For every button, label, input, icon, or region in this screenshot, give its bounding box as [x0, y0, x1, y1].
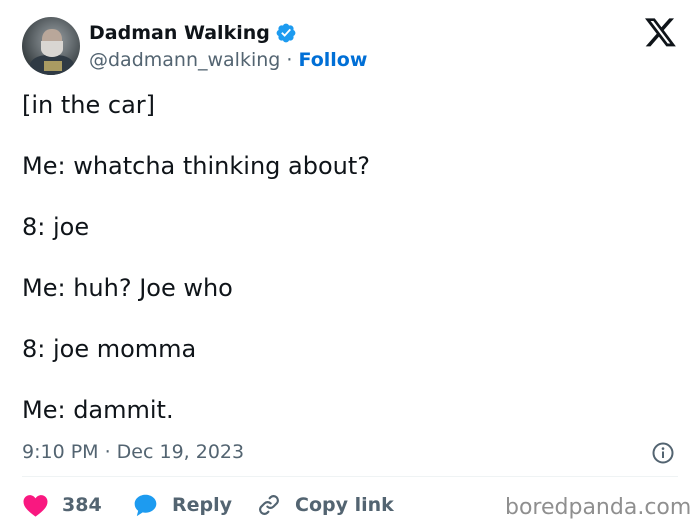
- tweet-line: [in the car]: [22, 91, 156, 119]
- tweet-line: Me: dammit.: [22, 396, 174, 424]
- tweet-line: Me: huh? Joe who: [22, 274, 233, 302]
- tweet-timestamp[interactable]: 9:10 PM · Dec 19, 2023: [22, 441, 244, 463]
- divider: [22, 476, 678, 477]
- author-handle-row: @dadmann_walking · Follow: [89, 49, 367, 71]
- tweet-line: 8: joe momma: [22, 335, 197, 363]
- reply-button[interactable]: [132, 490, 159, 520]
- follow-button[interactable]: Follow: [299, 49, 368, 71]
- x-logo-icon[interactable]: [645, 18, 677, 48]
- reply-bubble-icon: [134, 494, 157, 517]
- tweet-body: [in the car] Me: whatcha thinking about?…: [22, 90, 370, 456]
- tweet-line: 8: joe: [22, 213, 90, 241]
- link-icon: [259, 495, 279, 515]
- tweet-line: Me: whatcha thinking about?: [22, 152, 371, 180]
- author-name[interactable]: Dadman Walking: [89, 22, 270, 44]
- like-button[interactable]: [22, 490, 49, 520]
- handle-separator: ·: [286, 49, 293, 71]
- heart-icon: [23, 495, 48, 517]
- copy-link-label[interactable]: Copy link: [295, 490, 394, 520]
- info-icon[interactable]: [651, 441, 675, 465]
- avatar[interactable]: [22, 17, 80, 75]
- like-count[interactable]: 384: [62, 490, 102, 520]
- reply-label[interactable]: Reply: [172, 490, 232, 520]
- verified-badge-icon: [276, 23, 296, 43]
- watermark: boredpanda.com: [505, 495, 692, 520]
- copy-link-button[interactable]: [256, 490, 282, 520]
- author-handle[interactable]: @dadmann_walking: [89, 49, 280, 71]
